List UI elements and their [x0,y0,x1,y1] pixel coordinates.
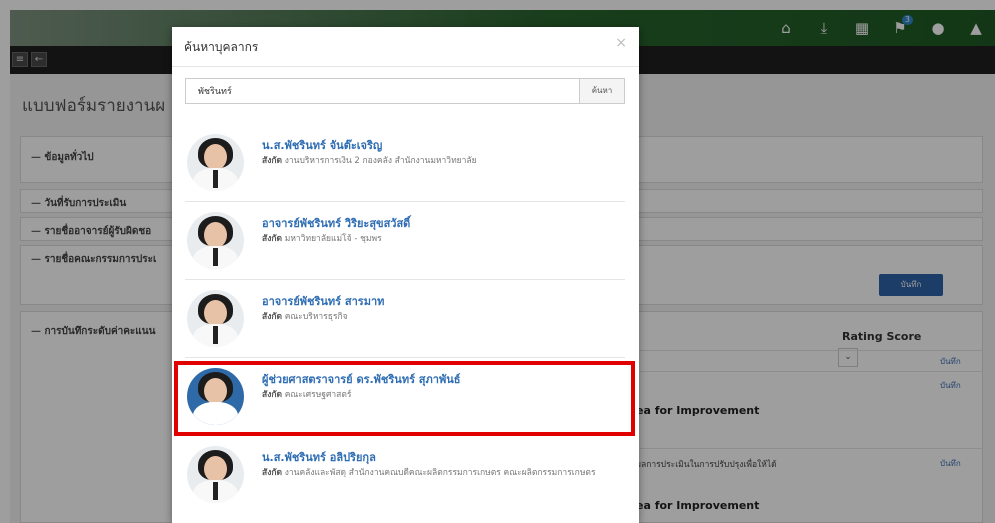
avatar [187,212,244,269]
affiliation-value: งานบริหารการเงิน 2 กองคลัง สำนักงานมหาวิ… [284,156,477,166]
result-item[interactable]: น.ส.พัชรินทร์ จันต๊ะเจริญ สังกัด งานบริห… [185,124,625,202]
affiliation-label: สังกัด [262,312,283,322]
avatar [187,290,244,347]
result-name[interactable]: อาจารย์พัชรินทร์ สารมาท [262,292,384,310]
result-item[interactable]: อาจารย์พัชรินทร์ วิริยะสุขสวัสดิ์ สังกัด… [185,202,625,280]
result-item[interactable]: อาจารย์พัชรินทร์ สารมาท สังกัด คณะบริหาร… [185,280,625,358]
search-row: ค้นหา [185,78,625,104]
selection-highlight-box [174,361,635,436]
affiliation-label: สังกัด [262,468,283,478]
affiliation-label: สังกัด [262,234,283,244]
result-item[interactable]: น.ส.พัชรินทร์ อลิปริยกุล สังกัด งานคลังแ… [185,436,625,523]
result-affiliation: สังกัด งานบริหารการเงิน 2 กองคลัง สำนักง… [262,155,622,167]
affiliation-label: สังกัด [262,156,283,166]
close-icon[interactable]: × [615,35,627,51]
result-name[interactable]: น.ส.พัชรินทร์ อลิปริยกุล [262,448,376,466]
result-name[interactable]: น.ส.พัชรินทร์ จันต๊ะเจริญ [262,136,382,154]
avatar [187,446,244,503]
affiliation-value: มหาวิทยาลัยแม่โจ้ - ชุมพร [284,234,382,244]
search-personnel-modal: ค้นหาบุคลากร × ค้นหา น.ส.พัชรินทร์ จันต๊… [172,27,639,523]
result-affiliation: สังกัด มหาวิทยาลัยแม่โจ้ - ชุมพร [262,233,622,245]
affiliation-value: งานคลังและพัสดุ สำนักงานคณบดีคณะผลิตกรรม… [284,468,596,478]
affiliation-value: คณะบริหารธุรกิจ [284,312,348,322]
modal-title: ค้นหาบุคลากร [184,40,259,54]
result-affiliation: สังกัด คณะบริหารธุรกิจ [262,311,622,323]
result-affiliation: สังกัด งานคลังและพัสดุ สำนักงานคณบดีคณะผ… [262,467,622,479]
result-name[interactable]: อาจารย์พัชรินทร์ วิริยะสุขสวัสดิ์ [262,214,410,232]
modal-header: ค้นหาบุคลากร × [172,27,639,67]
search-input[interactable] [185,78,580,104]
search-button[interactable]: ค้นหา [579,78,625,104]
avatar [187,134,244,191]
